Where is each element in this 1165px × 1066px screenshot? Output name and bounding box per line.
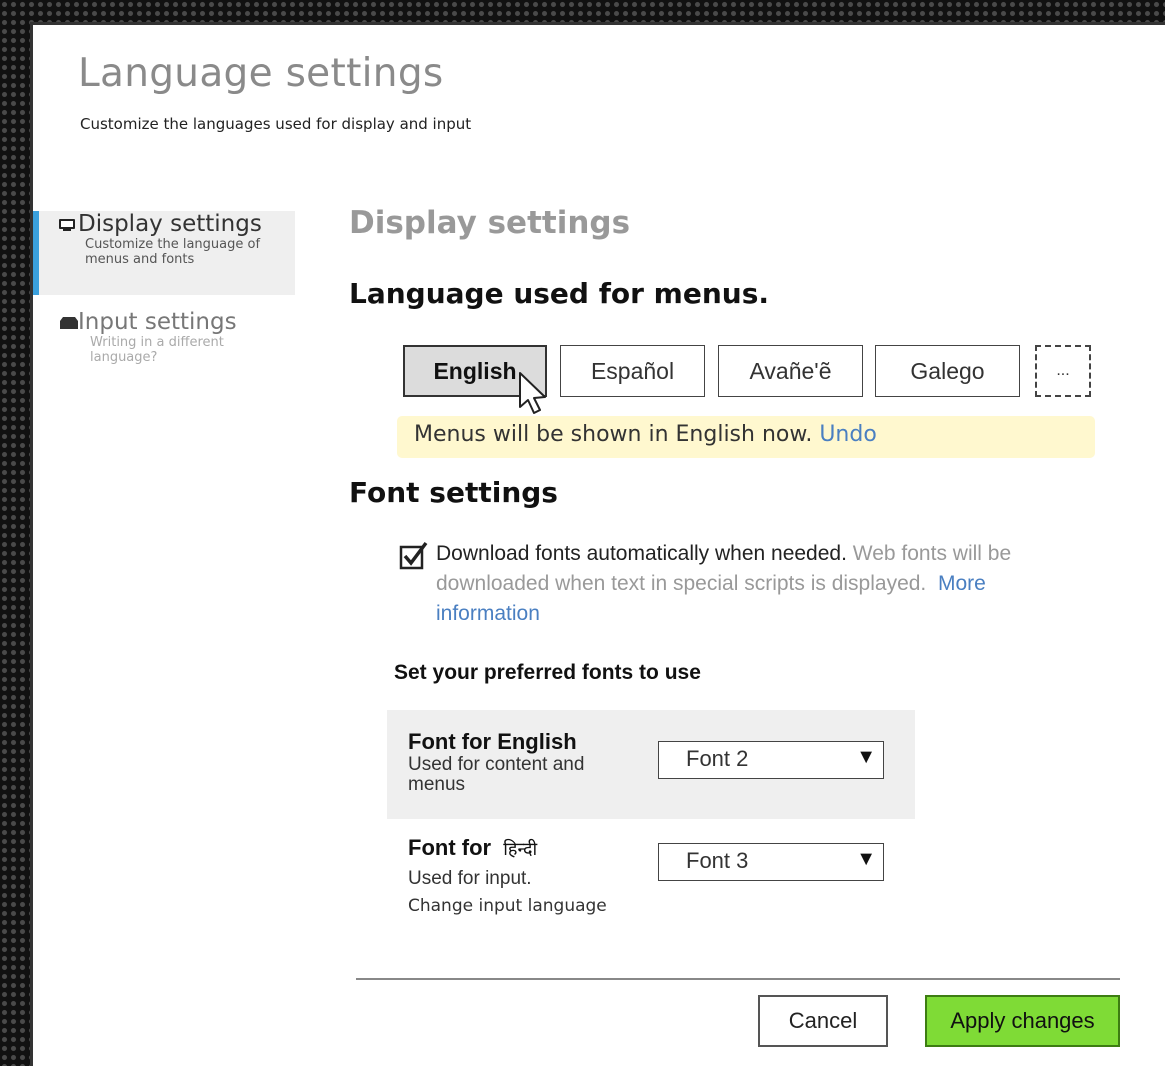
display-icon: [58, 217, 78, 236]
language-button-galego[interactable]: Galego: [875, 345, 1020, 397]
cancel-button[interactable]: Cancel: [758, 995, 888, 1047]
dropdown-arrow-icon: ▼: [856, 746, 876, 768]
sidebar-item-label: Display settings: [78, 211, 262, 237]
language-button-espanol[interactable]: Español: [560, 345, 705, 397]
preferred-fonts-heading: Set your preferred fonts to use: [394, 661, 701, 684]
change-input-language-link[interactable]: Change input language: [408, 896, 648, 916]
auto-download-text: Download fonts automatically when needed…: [436, 539, 1016, 629]
language-button-avanee[interactable]: Avañe'ẽ: [718, 345, 863, 397]
language-settings-dialog: Language settings Customize the language…: [30, 22, 1165, 1066]
sidebar-item-display-settings[interactable]: Display settings Customize the language …: [33, 211, 295, 295]
menus-language-heading: Language used for menus.: [349, 277, 770, 310]
font-row-english-labels: Font for English Used for content and me…: [408, 729, 638, 795]
sidebar-item-input-settings[interactable]: Input settings Writing in a different la…: [33, 309, 295, 389]
font-row-hindi-labels: Font for हिन्दी Used for input. Change i…: [408, 835, 648, 916]
font-hindi-label-text: Font for: [408, 835, 492, 860]
font-hindi-description: Used for input.: [408, 868, 532, 889]
more-languages-button[interactable]: ...: [1035, 345, 1091, 397]
auto-download-checkbox[interactable]: [399, 541, 429, 571]
undo-link[interactable]: Undo: [819, 422, 876, 447]
sidebar-item-label: Input settings: [78, 309, 237, 335]
font-hindi-value: Font 3: [686, 848, 749, 873]
sidebar-item-description: Writing in a different language?: [90, 335, 224, 365]
font-english-value: Font 2: [686, 746, 749, 771]
font-english-select[interactable]: Font 2 ▼: [658, 741, 884, 779]
page-subtitle: Customize the languages used for display…: [80, 115, 472, 133]
auto-download-label: Download fonts automatically when needed…: [436, 542, 847, 565]
footer-divider: [356, 978, 1120, 980]
section-heading-fonts: Font settings: [349, 476, 558, 509]
apply-changes-button[interactable]: Apply changes: [925, 995, 1120, 1047]
sidebar-item-description: Customize the language of menus and font…: [85, 237, 261, 267]
language-change-notice: Menus will be shown in English now. Undo: [397, 416, 1095, 458]
keyboard-icon: [58, 315, 78, 334]
font-hindi-select[interactable]: Font 3 ▼: [658, 843, 884, 881]
font-english-description: Used for content and menus: [408, 754, 585, 795]
page-title: Language settings: [78, 51, 444, 96]
font-hindi-label: Font for हिन्दी: [408, 835, 648, 861]
dropdown-arrow-icon: ▼: [856, 848, 876, 870]
notice-text: Menus will be shown in English now.: [414, 422, 813, 447]
font-english-label: Font for English: [408, 729, 577, 754]
section-heading-display: Display settings: [349, 205, 631, 241]
font-hindi-script: हिन्दी: [503, 839, 538, 860]
